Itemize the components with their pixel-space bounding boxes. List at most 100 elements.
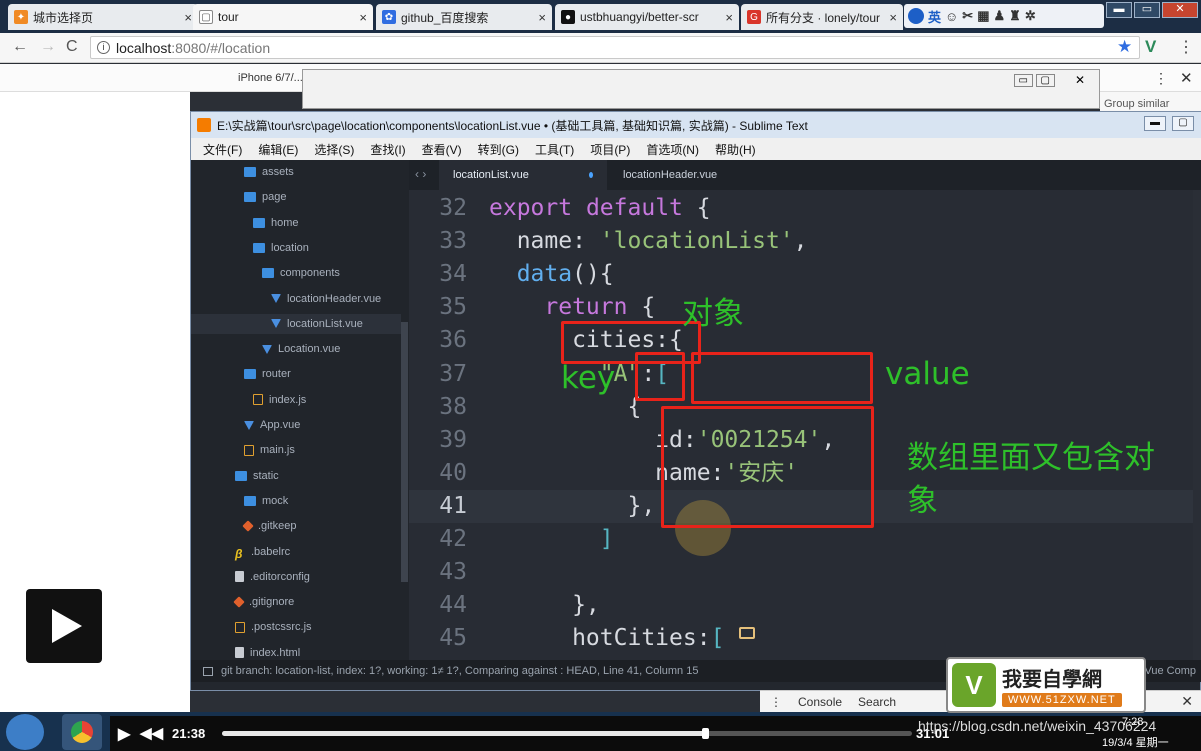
play-overlay-button[interactable] [26,589,102,663]
sidebar-scrollbar[interactable] [401,322,408,582]
minimize-button[interactable]: ▬ [1106,2,1132,18]
menu-icon[interactable]: ⋮ [1178,37,1194,57]
syntax-label[interactable]: Vue Comp [1144,665,1196,677]
sidebar-item[interactable]: page [191,187,401,207]
sidebar-item[interactable]: index.html [191,643,401,660]
browser-tab[interactable]: ▢ tour × [193,4,373,30]
user-icon[interactable] [908,8,924,24]
sidebar-item[interactable]: β .babelrc [191,542,401,562]
rewind-icon[interactable]: ◀◀ [140,724,163,742]
sidebar-item[interactable]: router [191,364,401,384]
device-select[interactable]: iPhone 6/7/... [238,72,303,84]
reload-icon[interactable]: C [66,38,78,56]
line-number: 34 [439,261,467,288]
fold-marker-icon[interactable] [739,627,755,639]
browser-tab[interactable]: G 所有分支 · lonely/tour · × [741,4,903,30]
sidebar-item[interactable]: App.vue [191,415,401,435]
vue-devtools-icon[interactable]: V [1145,37,1156,57]
drawer-menu-icon[interactable]: ⋮ [770,695,782,709]
sidebar-item[interactable]: assets [191,162,401,182]
browser-tab[interactable]: ✿ github_百度搜索 × [376,4,552,30]
keyboard-icon[interactable]: ▦ [977,8,989,24]
sidebar-item[interactable]: main.js [191,440,401,460]
code-line[interactable]: 34 data(){ [409,258,1201,291]
info-icon[interactable]: i [97,41,110,54]
line-number: 44 [439,592,467,619]
menu-item[interactable]: 查找(I) [370,141,405,158]
back-icon[interactable]: ← [12,38,28,56]
code-line[interactable]: 33 name: 'locationList', [409,225,1201,258]
menu-item[interactable]: 查看(V) [422,141,462,158]
tab-console[interactable]: Console [798,695,842,709]
minimap[interactable] [1193,190,1201,660]
sidebar-item-label: .editorconfig [250,570,310,583]
devtools-close-icon[interactable]: ✕ [1180,69,1193,87]
bg-minimize-icon[interactable]: ▭ [1013,74,1033,87]
code-line[interactable]: 44 }, [409,589,1201,622]
sidebar-item[interactable]: Location.vue [191,339,401,359]
sidebar-item[interactable]: locationList.vue [191,313,401,334]
url-input[interactable]: i localhost:8080/#/location [90,36,1140,59]
code-line[interactable]: 35 return { [409,291,1201,324]
sublime-maximize-button[interactable]: ▢ [1172,116,1194,131]
sidebar-item[interactable]: .gitkeep [191,516,401,536]
tab-locationlist[interactable]: locationList.vue [439,160,607,190]
menu-item[interactable]: 首选项(N) [646,141,699,158]
sublime-minimize-button[interactable]: ▬ [1144,116,1166,131]
babel-icon: β [235,546,243,561]
maximize-button[interactable]: ▭ [1134,2,1160,18]
menu-item[interactable]: 项目(P) [590,141,630,158]
tab-close-icon[interactable]: × [538,10,546,25]
start-icon[interactable] [6,714,44,750]
tab-close-icon[interactable]: × [359,10,367,25]
scissors-icon[interactable]: ✂ [962,8,973,24]
sidebar-item[interactable]: .gitignore [191,592,401,612]
sidebar-item[interactable]: static [191,466,401,486]
shirt-icon[interactable]: ♜ [1009,8,1021,24]
code-line[interactable]: 45 hotCities:[ [409,622,1201,655]
sublime-titlebar: E:\实战篇\tour\src\page\location\components… [191,112,1201,138]
play-icon[interactable]: ▶ [118,724,130,744]
browser-tab[interactable]: ● ustbhuangyi/better-scr × [555,4,739,30]
group-similar-label[interactable]: Group similar [1104,98,1169,110]
bg-maximize-icon[interactable]: ▢ [1035,74,1055,87]
settings-icon[interactable]: ✲ [1025,8,1036,24]
drawer-close-icon[interactable]: ✕ [1181,693,1193,710]
browser-tab[interactable]: ✦ 城市选择页 × [8,4,198,30]
tab-locationheader[interactable]: locationHeader.vue [609,160,759,190]
code-line[interactable]: 43 [409,556,1201,589]
panel-toggle-icon[interactable] [203,666,213,676]
person-icon[interactable]: ♟ [994,8,1006,24]
emoji-icon[interactable]: ☺ [945,9,958,24]
sidebar-item[interactable]: index.js [191,390,401,410]
sidebar-item[interactable]: home [191,213,401,233]
extension-strip[interactable]: 英 ☺ ✂ ▦ ♟ ♜ ✲ [904,4,1104,28]
sidebar-item-label: home [271,216,299,229]
menu-item[interactable]: 编辑(E) [258,141,298,158]
sidebar-item[interactable]: locationHeader.vue [191,289,401,309]
chrome-taskbar-icon[interactable] [62,714,102,750]
devtools-menu-icon[interactable]: ⋮ [1154,70,1168,87]
sidebar-item[interactable]: location [191,238,401,258]
sidebar-item[interactable]: .editorconfig [191,567,401,587]
tab-close-icon[interactable]: × [889,10,897,25]
menu-item[interactable]: 选择(S) [314,141,354,158]
menu-item[interactable]: 文件(F) [203,141,242,158]
star-icon[interactable]: ★ [1117,37,1132,57]
tab-close-icon[interactable]: × [725,10,733,25]
code-line[interactable]: 32 export default { [409,192,1201,225]
menu-item[interactable]: 工具(T) [535,141,574,158]
sidebar-item[interactable]: .postcssrc.js [191,617,401,637]
progress-knob[interactable] [702,728,709,739]
menu-item[interactable]: 帮助(H) [715,141,756,158]
site-logo: V 我要自學網 WWW.51ZXW.NET [946,657,1146,713]
forward-icon[interactable]: → [40,38,56,56]
bg-close-icon[interactable]: ✕ [1075,73,1085,87]
close-button[interactable]: ✕ [1162,2,1198,18]
tab-nav-arrows-icon[interactable]: ‹ › [415,167,426,181]
sidebar-item[interactable]: mock [191,491,401,511]
tab-close-icon[interactable]: × [184,10,192,25]
tab-search[interactable]: Search [858,695,896,709]
sidebar-item[interactable]: components [191,263,401,283]
menu-item[interactable]: 转到(G) [478,141,519,158]
